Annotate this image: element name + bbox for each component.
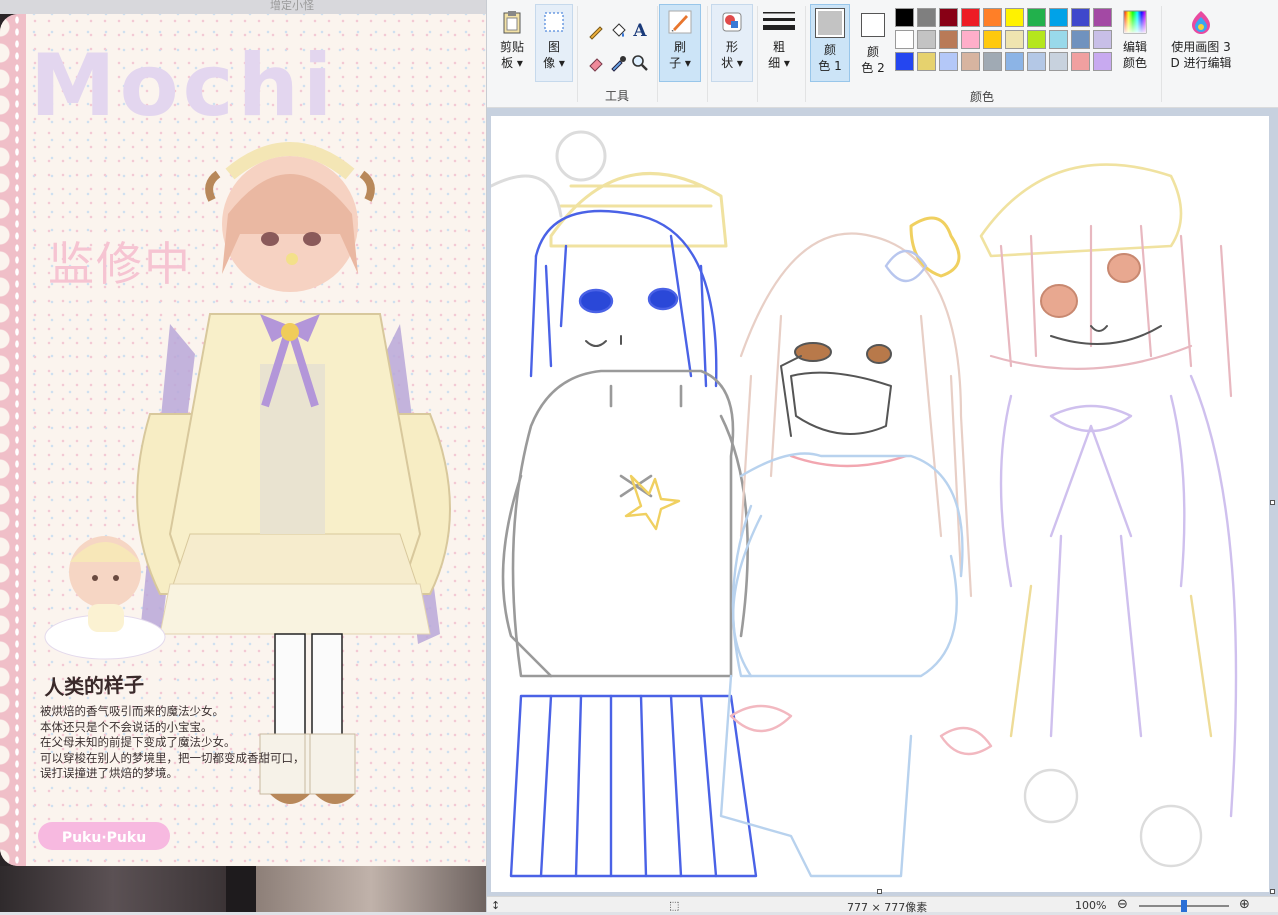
description-title: 人类的样子 <box>43 672 145 700</box>
image-button[interactable]: 图 像 ▾ <box>535 4 573 82</box>
selection-size-icon: ⬚ <box>669 899 680 912</box>
color-palette <box>895 8 1115 74</box>
zoom-out-button[interactable]: ⊖ <box>1117 897 1128 912</box>
palette-swatch[interactable] <box>983 52 1002 71</box>
palette-swatch[interactable] <box>939 52 958 71</box>
select-icon <box>544 12 564 32</box>
tools-group-label: 工具 <box>604 89 629 103</box>
eraser-icon[interactable] <box>585 52 607 74</box>
brush-button[interactable]: 刷 子 ▾ <box>659 4 701 82</box>
color2-button[interactable]: 颜 色 2 <box>853 4 893 82</box>
tools-group: A 工具 <box>579 2 655 106</box>
canvas-area[interactable] <box>487 108 1278 896</box>
zoom-level: 100% <box>1075 899 1107 912</box>
colors-group-label: 颜色 <box>969 90 994 104</box>
lace-border <box>0 14 26 866</box>
palette-swatch[interactable] <box>1071 52 1090 71</box>
palette-swatch[interactable] <box>1049 52 1068 71</box>
palette-swatch[interactable] <box>917 8 936 27</box>
palette-swatch[interactable] <box>1049 8 1068 27</box>
palette-swatch[interactable] <box>1071 8 1090 27</box>
image-size-text: 777 × 777像素 <box>847 901 928 914</box>
drawing-canvas[interactable] <box>491 116 1269 892</box>
edit-colors-button[interactable]: 编辑 颜色 <box>1115 4 1155 82</box>
palette-swatch[interactable] <box>895 30 914 49</box>
palette-swatch[interactable] <box>939 8 958 27</box>
pencil-icon[interactable] <box>585 20 607 42</box>
shapes-button[interactable]: 形 状 ▾ <box>711 4 753 82</box>
palette-swatch[interactable] <box>983 8 1002 27</box>
zoom-slider-thumb[interactable] <box>1181 900 1187 912</box>
line-art-drawing <box>491 130 1238 878</box>
palette-swatch[interactable] <box>1027 52 1046 71</box>
reference-image-window: 增定小怪 Mochi 监修中 人类的样子 被烘焙的香气吸引而来的魔法少女。 本体… <box>0 0 486 912</box>
fill-bucket-icon[interactable] <box>607 20 629 42</box>
line-size-icon <box>763 12 795 30</box>
chibi-illustration <box>44 536 166 660</box>
palette-swatch[interactable] <box>961 30 980 49</box>
cursor-position-icon: ↕ <box>491 899 501 912</box>
zoom-in-button[interactable]: ⊕ <box>1239 897 1250 912</box>
description-text: 被烘焙的香气吸引而来的魔法少女。 本体还只是个不会说话的小宝宝。 在父母未知的前… <box>40 704 305 780</box>
palette-swatch[interactable] <box>1027 30 1046 49</box>
color2-swatch <box>864 16 882 34</box>
color1-button[interactable]: 颜 色 1 <box>810 4 850 82</box>
palette-swatch[interactable] <box>895 52 914 71</box>
palette-swatch[interactable] <box>917 30 936 49</box>
brand-logo: Puku·Puku <box>38 822 170 850</box>
svg-text:Puku·Puku: Puku·Puku <box>62 830 146 846</box>
palette-swatch[interactable] <box>961 8 980 27</box>
resize-handle-corner[interactable] <box>1270 889 1275 894</box>
status-bar: ↕ ⬚ 777 × 777像素 100% ⊖ ⊕ <box>487 896 1278 914</box>
palette-swatch[interactable] <box>1005 8 1024 27</box>
paint3d-icon <box>1192 11 1210 34</box>
palette-swatch[interactable] <box>1093 8 1112 27</box>
text-icon[interactable]: A <box>629 20 651 42</box>
color-picker-icon[interactable] <box>607 52 629 74</box>
size-button[interactable]: 粗 细 ▾ <box>759 4 799 82</box>
palette-swatch[interactable] <box>1093 52 1112 71</box>
palette-swatch[interactable] <box>1027 8 1046 27</box>
clipboard-button[interactable]: 剪贴 板 ▾ <box>493 4 531 82</box>
palette-swatch[interactable] <box>1049 30 1068 49</box>
palette-swatch[interactable] <box>939 30 958 49</box>
ribbon: 剪贴 板 ▾ 图 像 ▾ A 工具 刷 子 ▾ 形 状 ▾ 粗 细 ▾ 颜 色 … <box>487 0 1278 108</box>
palette-swatch[interactable] <box>895 8 914 27</box>
palette-swatch[interactable] <box>917 52 936 71</box>
palette-swatch[interactable] <box>1093 30 1112 49</box>
shapes-icon <box>722 12 742 32</box>
paint-window: 剪贴 板 ▾ 图 像 ▾ A 工具 刷 子 ▾ 形 状 ▾ 粗 细 ▾ 颜 色 … <box>486 0 1278 914</box>
resize-handle-right[interactable] <box>1270 500 1275 505</box>
character-sheet: Mochi 监修中 人类的样子 被烘焙的香气吸引而来的魔法少女。 本体还只是个不… <box>0 14 486 866</box>
brush-icon <box>668 10 692 34</box>
palette-swatch[interactable] <box>1071 30 1090 49</box>
paint3d-button[interactable]: 使用画图 3 D 进行编辑 <box>1165 4 1237 82</box>
palette-swatch[interactable] <box>1005 52 1024 71</box>
clipboard-icon <box>503 11 521 34</box>
magnifier-icon[interactable] <box>629 52 651 74</box>
background-thumbnails <box>0 866 486 912</box>
color1-swatch <box>818 11 842 35</box>
color-spectrum-icon <box>1123 10 1147 34</box>
window-title-text: 增定小怪 <box>0 0 486 14</box>
palette-swatch[interactable] <box>1005 30 1024 49</box>
resize-handle-bottom[interactable] <box>877 889 882 894</box>
palette-swatch[interactable] <box>961 52 980 71</box>
palette-swatch[interactable] <box>983 30 1002 49</box>
